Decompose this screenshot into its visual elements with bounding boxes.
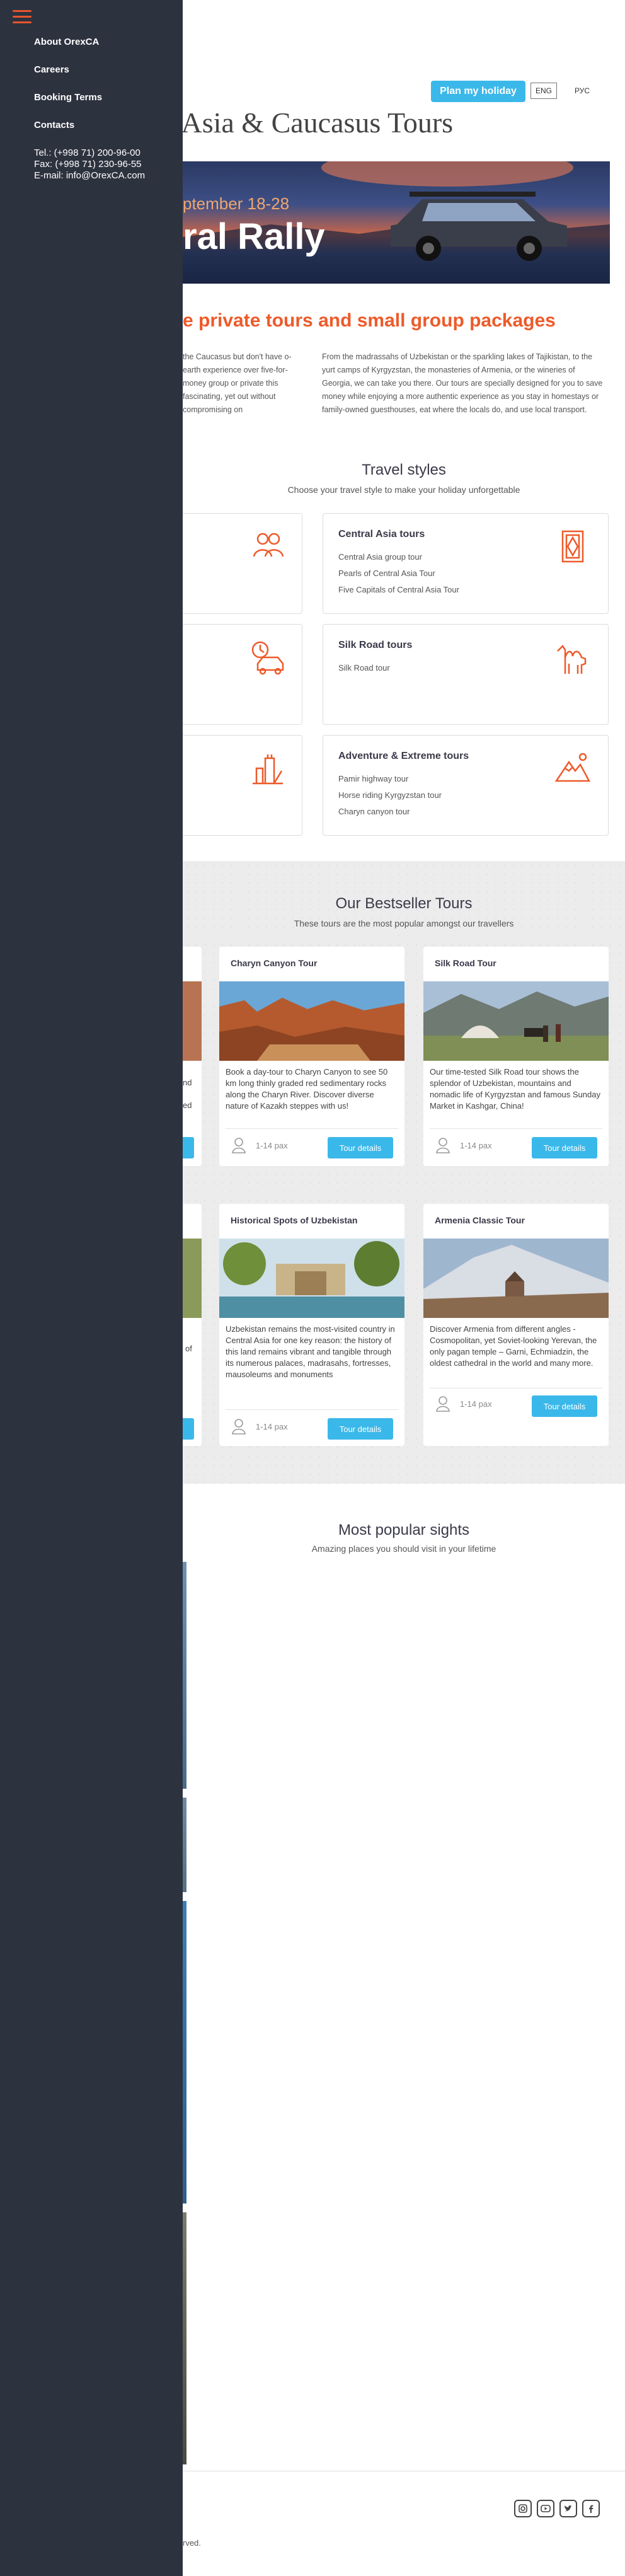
tour-details-button[interactable]: Tour details (328, 1418, 393, 1440)
page-title: ral Asia & Caucasus Tours (145, 107, 454, 139)
tour-description: Book a day-tour to Charyn Canyon to see … (226, 1067, 388, 1111)
tour-image (423, 981, 609, 1061)
travel-style-card-partial[interactable] (164, 624, 302, 725)
tour-details-button[interactable]: Tour details (328, 1137, 393, 1158)
sidebar-item-careers[interactable]: Careers (34, 64, 69, 75)
tour-link[interactable]: Horse riding Kyrgyzstan tour (338, 787, 442, 804)
card-title: Silk Road tours (338, 640, 413, 650)
card-divider (226, 1409, 398, 1410)
person-icon (232, 1138, 246, 1153)
tour-link[interactable]: Charyn canyon tour (338, 804, 442, 820)
sight-image[interactable] (183, 1798, 186, 1892)
tour-pax: 1-14 pax (460, 1399, 492, 1409)
contact-tel[interactable]: Tel.: (+998 71) 200-96-00 (34, 147, 140, 158)
tour-description: Uzbekistan remains the most-visited coun… (226, 1324, 395, 1379)
lang-rus-button[interactable]: РУС (571, 83, 593, 99)
sidebar-item-about[interactable]: About OrexCA (34, 37, 99, 47)
tour-description: Our time-tested Silk Road tour shows the… (430, 1067, 600, 1111)
page: Plan my holiday ENG РУС ral Asia & Cauca… (0, 0, 625, 2576)
person-icon (232, 1419, 246, 1435)
tour-pax: 1-14 pax (256, 1422, 288, 1431)
hero-title: ral Rally (183, 216, 325, 257)
group-icon (253, 533, 284, 557)
instagram-icon[interactable] (514, 2500, 532, 2517)
person-icon (436, 1396, 450, 1412)
travel-style-card-partial[interactable] (164, 513, 302, 614)
sidebar-item-booking-terms[interactable]: Booking Terms (34, 92, 102, 103)
tour-title: Charyn Canyon Tour (231, 958, 318, 968)
tour-card-silk-road[interactable]: Silk Road Tour Our time-tested Silk Road… (423, 947, 609, 1166)
tour-desc-fragment: of (185, 1344, 192, 1353)
sight-image[interactable] (183, 2212, 186, 2464)
tour-image (219, 981, 404, 1061)
travel-style-card-adventure[interactable]: Adventure & Extreme tours Pamir highway … (323, 735, 609, 836)
tour-desc-fragment: ed (183, 1100, 192, 1110)
fortress-icon (253, 754, 283, 785)
tour-link[interactable]: Central Asia group tour (338, 549, 459, 565)
tour-details-button[interactable]: Tour details (532, 1395, 597, 1417)
copyright: rved. (183, 2538, 201, 2548)
sidebar-menu: About OrexCA Careers Booking Terms Conta… (0, 0, 183, 2576)
facebook-icon[interactable] (582, 2500, 600, 2517)
travel-style-card-silk-road[interactable]: Silk Road tours Silk Road tour (323, 624, 609, 725)
intro-heading: e private tours and small group packages (183, 310, 556, 331)
card-divider (430, 1388, 602, 1389)
card-title: Central Asia tours (338, 529, 425, 540)
youtube-icon[interactable] (537, 2500, 554, 2517)
intro-right-text: From the madrassahs of Uzbekistan or the… (322, 352, 603, 414)
contact-fax: Fax: (+998 71) 230-96-55 (34, 159, 142, 170)
intro-left-text: the Caucasus but don't have o-earth expe… (183, 352, 292, 414)
tour-title: Armenia Classic Tour (435, 1215, 525, 1225)
contact-email[interactable]: E-mail: info@OrexCA.com (34, 170, 145, 181)
tour-link[interactable]: Pearls of Central Asia Tour (338, 565, 459, 582)
twitter-icon[interactable] (559, 2500, 577, 2517)
tour-title: Silk Road Tour (435, 958, 496, 968)
tour-link[interactable]: Pamir highway tour (338, 771, 442, 787)
sight-image[interactable] (183, 1901, 186, 2203)
sidebar-item-contacts[interactable]: Contacts (34, 120, 74, 130)
car-clock-icon (251, 641, 284, 675)
car-image (391, 192, 567, 261)
tour-pax: 1-14 pax (460, 1141, 492, 1150)
carpet-icon (561, 530, 584, 563)
tour-pax: 1-14 pax (256, 1141, 288, 1150)
card-title: Adventure & Extreme tours (338, 751, 469, 761)
tour-image (423, 1239, 609, 1318)
tour-card-armenia[interactable]: Armenia Classic Tour Discover Armenia fr… (423, 1204, 609, 1446)
lang-eng-button[interactable]: ENG (530, 83, 557, 99)
tour-link[interactable]: Silk Road tour (338, 660, 390, 676)
tour-card-charyn[interactable]: Charyn Canyon Tour Book a day-tour to Ch… (219, 947, 404, 1166)
tour-title: Historical Spots of Uzbekistan (231, 1215, 358, 1225)
camel-icon (557, 645, 587, 674)
tour-details-button[interactable]: Tour details (532, 1137, 597, 1158)
hero-date: ptember 18-28 (183, 194, 290, 213)
tour-card-uzbekistan[interactable]: Historical Spots of Uzbekistan Uzbekista… (219, 1204, 404, 1446)
tour-desc-fragment: nd (183, 1078, 192, 1087)
menu-toggle-icon[interactable] (13, 10, 32, 24)
tour-image (219, 1239, 404, 1318)
travel-style-card-central-asia[interactable]: Central Asia tours Central Asia group to… (323, 513, 609, 614)
hero-banner[interactable]: ptember 18-28 ral Rally (183, 161, 610, 284)
plan-my-holiday-button[interactable]: Plan my holiday (431, 81, 525, 102)
sight-image[interactable] (183, 1562, 186, 1789)
person-icon (436, 1138, 450, 1153)
card-divider (430, 1128, 602, 1129)
mountains-icon (554, 753, 591, 782)
travel-style-card-partial[interactable] (164, 735, 302, 836)
card-divider (226, 1128, 398, 1129)
tour-description: Discover Armenia from different angles -… (430, 1324, 597, 1368)
tour-link[interactable]: Five Capitals of Central Asia Tour (338, 582, 459, 598)
